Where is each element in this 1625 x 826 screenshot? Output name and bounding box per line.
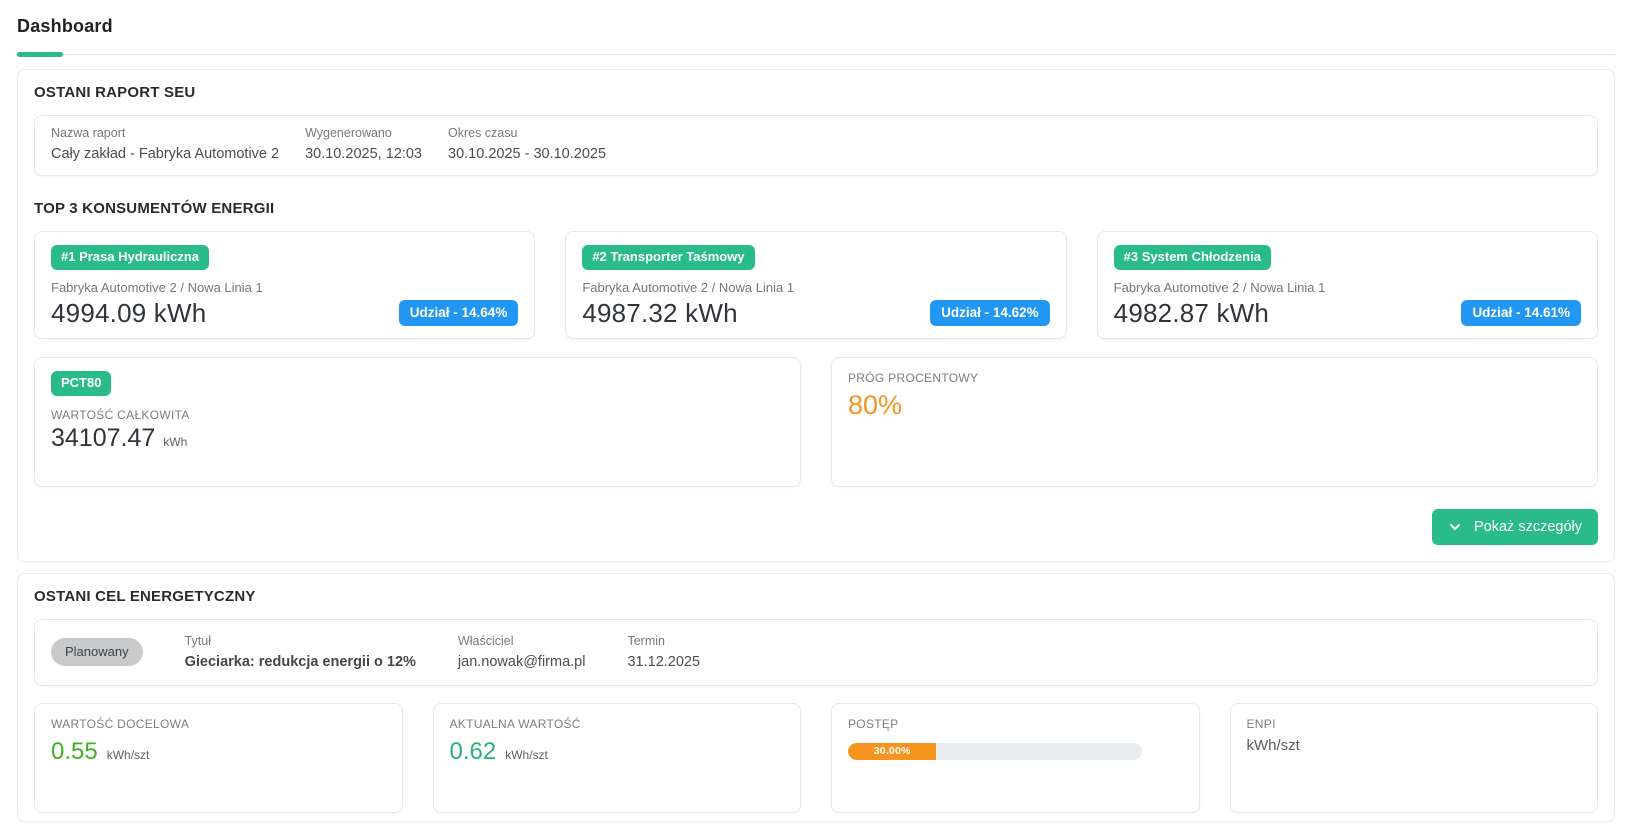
total-value-unit: kWh — [163, 434, 188, 449]
consumer-card-3: #3 System Chłodzenia Fabryka Automotive … — [1096, 230, 1598, 339]
consumer-rank-badge: #2 Transporter Taśmowy — [582, 244, 755, 270]
current-value-unit: kWh/szt — [505, 747, 548, 762]
consumer-value-row: 4987.32 kWh Udział - 14.62% — [582, 297, 1050, 328]
metric-label: WARTOŚĆ DOCELOWA — [51, 716, 190, 731]
show-details-button[interactable]: Pokaż szczegóły — [1432, 508, 1598, 545]
consumer-value-row: 4982.87 kWh Udział - 14.61% — [1114, 299, 1581, 328]
current-value-card: AKTUALNA WARTOŚĆ 0.62 kWh/szt — [432, 702, 801, 813]
target-value-card: WARTOŚĆ DOCELOWA 0.55 kWh/szt — [34, 702, 403, 813]
report-generated-field: Wygenerowano 30.10.2025, 12:03 — [305, 126, 422, 163]
total-value-row: 34107.47 kWh — [51, 424, 784, 453]
metric-label: AKTUALNA WARTOŚĆ — [449, 716, 581, 731]
field-label: Okres czasu — [448, 126, 518, 140]
field-value: 30.10.2025 - 30.10.2025 — [448, 145, 607, 162]
progress-bar-fill: 30.00% — [848, 742, 937, 760]
metric-value-row: 0.55 kWh/szt — [51, 737, 386, 765]
total-value-label: WARTOŚĆ CAŁKOWITA — [51, 407, 190, 422]
progress-card: POSTĘP 30.00% — [831, 702, 1200, 813]
field-value: Cały zakład - Fabryka Automotive 2 — [51, 145, 280, 162]
consumer-card-1: #1 Prasa Hydrauliczna Fabryka Automotive… — [34, 230, 536, 339]
threshold-card: PRÓG PROCENTOWY 80% — [831, 356, 1598, 487]
consumer-rank-badge: #3 System Chłodzenia — [1113, 244, 1271, 270]
progress-value: 30.00% — [873, 745, 911, 758]
enpi-card: ENPI kWh/szt — [1229, 702, 1598, 813]
goal-owner-field: Właściciel jan.nowak@firma.pl — [458, 634, 586, 671]
top-consumers-title: TOP 3 KONSUMENTÓW ENERGII — [34, 199, 275, 217]
current-value: 0.62 — [449, 737, 497, 765]
total-value-card: PCT80 WARTOŚĆ CAŁKOWITA 34107.47 kWh — [34, 356, 801, 487]
top-consumers-row: #1 Prasa Hydrauliczna Fabryka Automotive… — [34, 230, 1598, 339]
field-label: Termin — [627, 633, 665, 648]
progress-bar: 30.00% — [848, 742, 1143, 760]
field-label: Wygenerowano — [305, 126, 392, 140]
consumer-location: Fabryka Automotive 2 / Nowa Linia 1 — [1113, 279, 1326, 295]
consumer-share-badge: Udział - 14.61% — [1461, 300, 1581, 326]
pct-badge: PCT80 — [51, 370, 112, 396]
page-title: Dashboard — [17, 16, 113, 36]
consumer-location: Fabryka Automotive 2 / Nowa Linia 1 — [51, 279, 263, 295]
goal-deadline-field: Termin 31.12.2025 — [627, 634, 700, 671]
field-value: Gieciarka: redukcja energii o 12% — [184, 653, 416, 670]
energy-goal-title: OSTANI CEL ENERGETYCZNY — [34, 587, 256, 605]
consumer-location: Fabryka Automotive 2 / Nowa Linia 1 — [582, 279, 795, 295]
target-value: 0.55 — [51, 737, 98, 765]
consumer-share-badge: Udział - 14.62% — [930, 300, 1050, 326]
totals-row: PCT80 WARTOŚĆ CAŁKOWITA 34107.47 kWh PRÓ… — [34, 356, 1598, 487]
consumer-energy-value: 4987.32 kWh — [582, 297, 738, 328]
chevron-down-icon — [1448, 520, 1462, 534]
title-divider-accent — [17, 52, 63, 57]
seu-report-panel: OSTANI RAPORT SEU Nazwa raport Cały zakł… — [17, 69, 1615, 562]
dashboard-page: Dashboard OSTANI RAPORT SEU Nazwa raport… — [0, 16, 1625, 826]
consumer-energy-value: 4994.09 kWh — [51, 297, 207, 328]
field-label: Nazwa raport — [51, 126, 126, 140]
goal-summary-card: Planowany Tytuł Gieciarka: redukcja ener… — [34, 618, 1598, 686]
field-value: jan.nowak@firma.pl — [457, 653, 586, 670]
consumer-energy-value: 4982.87 kWh — [1113, 297, 1270, 328]
title-divider — [17, 52, 1615, 58]
goal-metrics-row: WARTOŚĆ DOCELOWA 0.55 kWh/szt AKTUALNA W… — [34, 702, 1598, 813]
total-value: 34107.47 — [51, 423, 156, 452]
field-value: 31.12.2025 — [627, 653, 701, 670]
seu-report-title: OSTANI RAPORT SEU — [34, 84, 196, 101]
threshold-label: PRÓG PROCENTOWY — [848, 370, 979, 385]
metric-value-row: 0.62 kWh/szt — [449, 737, 785, 765]
report-summary-card: Nazwa raport Cały zakład - Fabryka Autom… — [34, 115, 1598, 176]
consumer-value-row: 4994.09 kWh Udział - 14.64% — [51, 297, 519, 328]
show-details-label: Pokaż szczegóły — [1474, 518, 1582, 535]
field-label: Tytuł — [184, 633, 212, 648]
consumer-rank-badge: #1 Prasa Hydrauliczna — [51, 244, 210, 270]
energy-goal-panel: OSTANI CEL ENERGETYCZNY Planowany Tytuł … — [17, 572, 1615, 822]
metric-label: ENPI — [1246, 716, 1276, 731]
panel-footer: Pokaż szczegóły — [34, 508, 1598, 545]
metric-label: POSTĘP — [848, 716, 899, 731]
target-value-unit: kWh/szt — [106, 747, 150, 762]
field-value: 30.10.2025, 12:03 — [305, 145, 422, 162]
threshold-value: 80% — [848, 389, 903, 420]
report-period-field: Okres czasu 30.10.2025 - 30.10.2025 — [448, 126, 606, 163]
field-label: Właściciel — [457, 633, 514, 648]
goal-title-field: Tytuł Gieciarka: redukcja energii o 12% — [185, 634, 416, 671]
consumer-card-2: #2 Transporter Taśmowy Fabryka Automotiv… — [565, 230, 1067, 339]
report-name-field: Nazwa raport Cały zakład - Fabryka Autom… — [51, 126, 279, 163]
enpi-value: kWh/szt — [1246, 736, 1300, 754]
goal-status-badge: Planowany — [51, 638, 143, 667]
consumer-share-badge: Udział - 14.64% — [398, 300, 519, 326]
